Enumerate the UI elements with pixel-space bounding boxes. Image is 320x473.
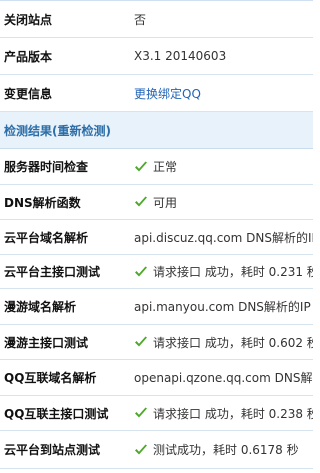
check-value-cell: openapi.qzone.qq.com DNS解析 <box>134 360 313 395</box>
check-value-text: 请求接口 成功，耗时 0.238 秒 <box>153 406 313 421</box>
check-value-text: 测试成功，耗时 0.6178 秒 <box>153 443 299 457</box>
check-value-text: 正常 <box>153 160 178 174</box>
check-label: 漫游域名解析 <box>4 300 77 314</box>
check-value-cell: api.discuz.qq.com DNS解析的IP <box>134 220 313 254</box>
row-close-site: 关闭站点 否 <box>0 1 313 38</box>
cloud-diagnostics-table: 关闭站点 否 产品版本 X3.1 20140603 变更信息 更换绑定QQ 检测… <box>0 0 313 473</box>
version-value: X3.1 20140603 <box>134 49 227 63</box>
check-row: 服务器时间检查 正常 <box>0 149 313 185</box>
row-version: 产品版本 X3.1 20140603 <box>0 38 313 75</box>
check-icon <box>135 407 147 418</box>
change-info-label: 变更信息 <box>4 86 53 101</box>
change-qq-link[interactable]: 更换绑定QQ <box>134 85 201 102</box>
check-icon <box>135 196 147 207</box>
check-label: 服务器时间检查 <box>4 160 89 174</box>
check-row: 云平台到站点测试 测试成功，耗时 0.6178 秒 <box>0 431 313 469</box>
change-info-cell: 更换绑定QQ <box>134 75 313 111</box>
row-change-info: 变更信息 更换绑定QQ <box>0 75 313 112</box>
check-icon <box>135 336 147 347</box>
close-site-value: 否 <box>134 12 147 27</box>
check-value-text: 可用 <box>153 195 178 210</box>
check-icon <box>135 266 147 276</box>
check-label: 云平台到站点测试 <box>4 443 101 457</box>
section-header-results[interactable]: 检测结果(重新检测) <box>0 112 313 149</box>
results-section-title[interactable]: 检测结果(重新检测) <box>4 112 111 148</box>
check-value-cell: 正常 <box>134 149 313 184</box>
check-label: 云平台域名解析 <box>4 230 89 245</box>
check-row: 云平台域名解析 api.discuz.qq.com DNS解析的IP <box>0 220 313 255</box>
check-label: DNS解析函数 <box>4 195 81 210</box>
check-label: QQ互联主接口测试 <box>4 406 109 421</box>
check-value-cell: 测试成功，耗时 0.6178 秒 <box>134 431 313 468</box>
check-value-text: 请求接口 成功，耗时 0.602 秒 <box>153 335 313 350</box>
check-row: DNS解析函数 可用 <box>0 185 313 220</box>
check-value-cell: 请求接口 成功，耗时 0.238 秒 <box>134 396 313 430</box>
check-row: 漫游域名解析 api.manyou.com DNS解析的IP <box>0 289 313 325</box>
check-row: 漫游主接口测试 请求接口 成功，耗时 0.602 秒 <box>0 325 313 360</box>
check-label: QQ互联域名解析 <box>4 371 97 385</box>
check-value-cell: 请求接口 成功，耗时 0.231 秒 <box>134 255 313 288</box>
check-value-cell: api.manyou.com DNS解析的IP <box>134 289 313 324</box>
check-row: 云平台主接口测试 请求接口 成功，耗时 0.231 秒 <box>0 255 313 289</box>
check-icon <box>135 161 147 171</box>
check-value-cell: 请求接口 成功，耗时 0.602 秒 <box>134 325 313 359</box>
check-row: QQ互联主接口测试 请求接口 成功，耗时 0.238 秒 <box>0 396 313 431</box>
check-value-text: api.manyou.com DNS解析的IP <box>134 300 311 314</box>
check-row: QQ互联域名解析 openapi.qzone.qq.com DNS解析 <box>0 360 313 396</box>
check-label: 漫游主接口测试 <box>4 335 89 350</box>
close-site-label: 关闭站点 <box>4 12 53 27</box>
check-value-text: api.discuz.qq.com DNS解析的IP <box>134 230 313 245</box>
check-value-text: 请求接口 成功，耗时 0.231 秒 <box>153 265 313 279</box>
check-value-cell: 可用 <box>134 185 313 219</box>
check-label: 云平台主接口测试 <box>4 265 101 279</box>
version-label: 产品版本 <box>4 49 53 64</box>
check-value-text: openapi.qzone.qq.com DNS解析 <box>134 371 313 385</box>
check-icon <box>135 444 147 454</box>
